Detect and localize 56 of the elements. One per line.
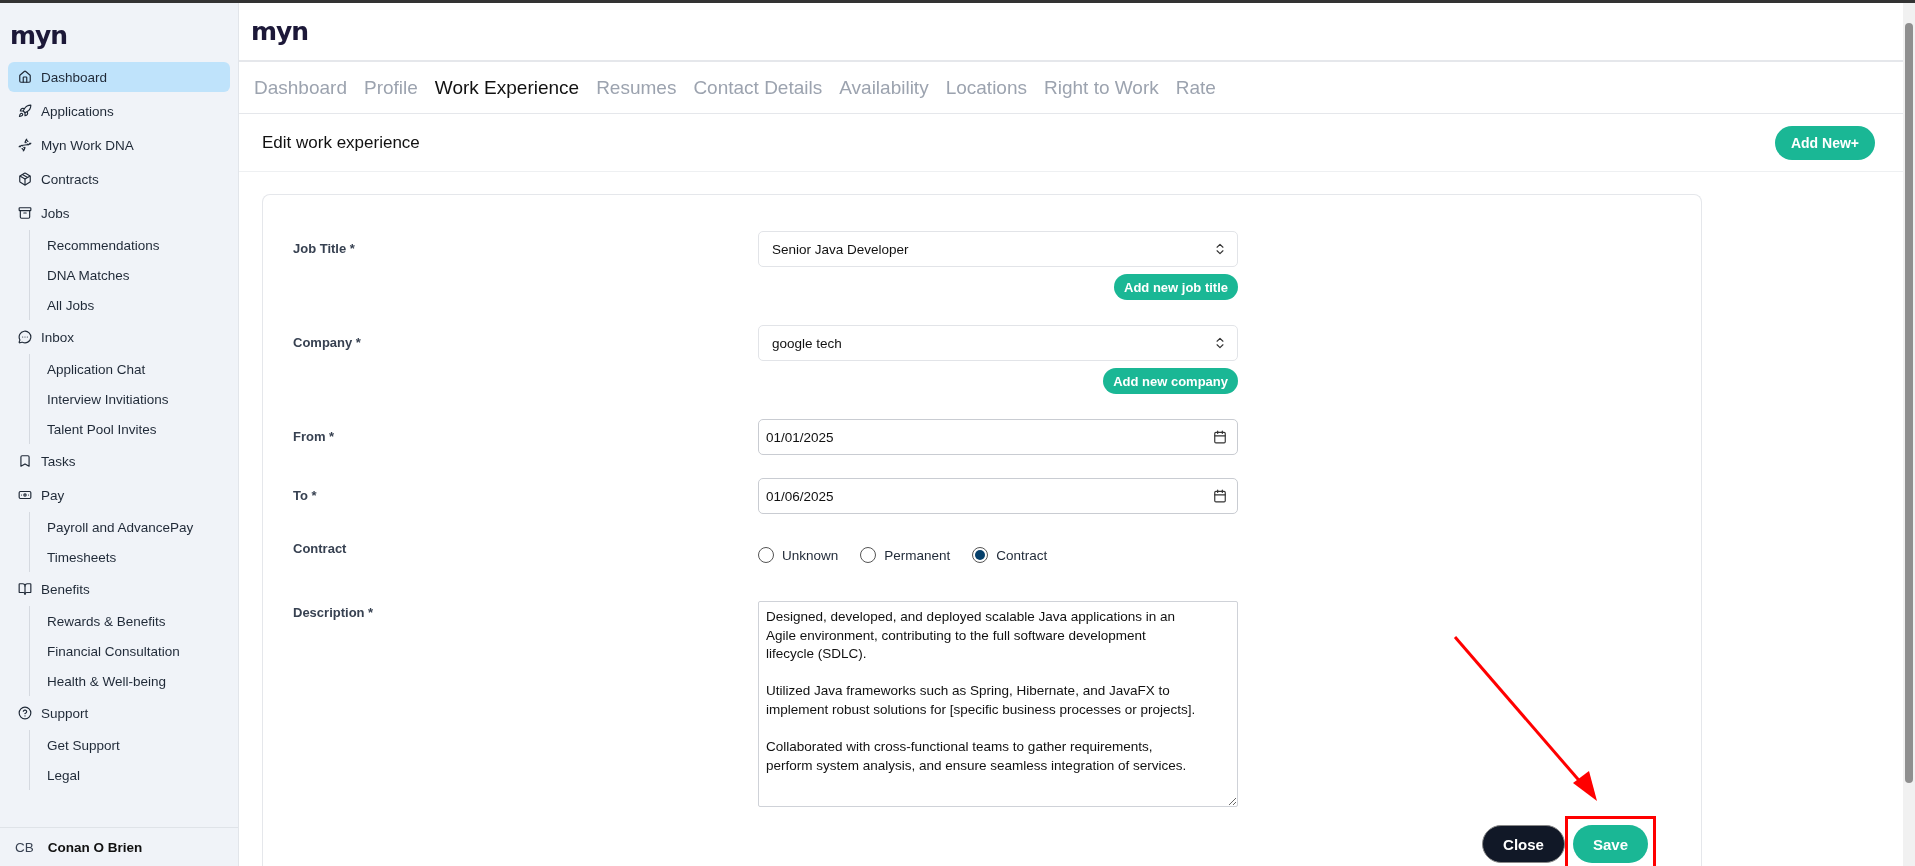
radio-option[interactable]: Contract bbox=[972, 547, 1048, 563]
nav-item[interactable]: Contracts bbox=[8, 164, 230, 194]
nav-subitem[interactable]: Talent Pool Invites bbox=[30, 414, 230, 444]
book-icon bbox=[18, 582, 32, 596]
nav-item[interactable]: Tasks bbox=[8, 446, 230, 476]
nav-item[interactable]: Pay bbox=[8, 480, 230, 510]
nav-subitem[interactable]: Interview Invitiations bbox=[30, 384, 230, 414]
chat-icon bbox=[18, 330, 32, 344]
nav-subitem[interactable]: Rewards & Benefits bbox=[30, 606, 230, 636]
nav-item[interactable]: Benefits bbox=[8, 574, 230, 604]
nav-subitem[interactable]: Health & Well-being bbox=[30, 666, 230, 696]
date-field[interactable]: 01/06/2025 bbox=[758, 478, 1238, 514]
nav-subitem[interactable]: Timesheets bbox=[30, 542, 230, 572]
dna-icon bbox=[18, 138, 32, 152]
home-icon bbox=[18, 70, 32, 84]
field-label: Contract bbox=[293, 540, 348, 558]
nav-subitem[interactable]: Get Support bbox=[30, 730, 230, 760]
nav-subitem[interactable]: Recommendations bbox=[30, 230, 230, 260]
nav-item[interactable]: Applications bbox=[8, 96, 230, 126]
nav-subitem[interactable]: Payroll and AdvancePay bbox=[30, 512, 230, 542]
nav-subitem[interactable]: Legal bbox=[30, 760, 230, 790]
radio-option[interactable]: Unknown bbox=[758, 547, 839, 563]
field-label: Job Title * bbox=[293, 240, 356, 258]
nav-subitem[interactable]: All Jobs bbox=[30, 290, 230, 320]
nav-item[interactable]: Myn Work DNA bbox=[8, 130, 230, 160]
section-title: Edit work experience bbox=[262, 132, 420, 153]
nav-subitem[interactable]: DNA Matches bbox=[30, 260, 230, 290]
description-field[interactable]: Designed, developed, and deployed scalable Java applications in an Agile environment, contributing to the full software development lifecycle (SDLC). Utilized Java frameworks such as Spring, Hibernate, and JavaFX to implement robust solutions for [specific business processes or projects]. Collaborated with cross-functional teams to gather requirements, perform system analysis, and ensure seamless integration of services. bbox=[758, 601, 1238, 807]
nav-item[interactable]: Dashboard bbox=[8, 62, 230, 92]
box-icon bbox=[18, 206, 32, 220]
calendar-icon bbox=[1213, 489, 1227, 503]
user-name: Conan O Brien bbox=[47, 839, 143, 855]
user-initials: CB bbox=[15, 839, 34, 855]
tab[interactable]: Work Experience bbox=[434, 76, 580, 99]
logo: myn bbox=[9, 20, 68, 52]
select-field[interactable]: Senior Java Developer bbox=[758, 231, 1238, 267]
logo: myn bbox=[251, 19, 309, 44]
radio-option[interactable]: Permanent bbox=[860, 547, 951, 563]
nav-item[interactable]: Inbox bbox=[8, 322, 230, 352]
field-label: To * bbox=[293, 487, 318, 505]
field-label: From * bbox=[293, 428, 336, 446]
bookmark-icon bbox=[18, 454, 32, 468]
field-label: Description * bbox=[293, 604, 375, 622]
field-label: Company * bbox=[293, 334, 362, 352]
help-icon bbox=[18, 706, 32, 720]
date-field[interactable]: 01/01/2025 bbox=[758, 419, 1238, 455]
close-button[interactable]: Close bbox=[1482, 825, 1565, 863]
select-field[interactable]: google tech bbox=[758, 325, 1238, 361]
nav-item[interactable]: Jobs bbox=[8, 198, 230, 228]
nav-subitem[interactable]: Application Chat bbox=[30, 354, 230, 384]
calendar-icon bbox=[1213, 430, 1227, 444]
banknote-icon bbox=[18, 488, 32, 502]
scrollbar[interactable] bbox=[1903, 3, 1915, 866]
rocket-icon bbox=[18, 104, 32, 118]
nav-item[interactable]: Support bbox=[8, 698, 230, 728]
nav-subitem[interactable]: Financial Consultation bbox=[30, 636, 230, 666]
